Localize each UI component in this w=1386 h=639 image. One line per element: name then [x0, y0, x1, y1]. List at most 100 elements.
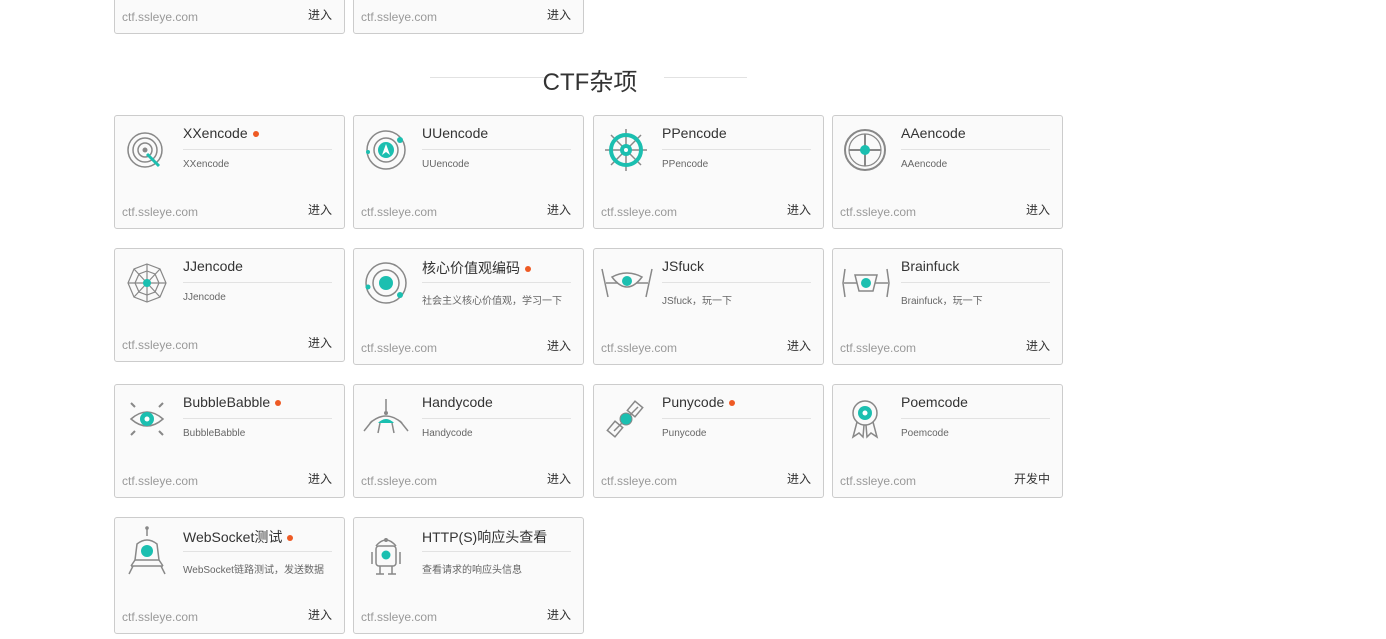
card-divider	[183, 149, 332, 150]
card-divider	[183, 551, 332, 552]
card-http-headers[interactable]: HTTP(S)响应头查看 查看请求的响应头信息 ctf.ssleye.com 进…	[353, 517, 584, 634]
section-divider-right	[664, 77, 747, 78]
new-badge	[275, 400, 282, 407]
card-url: ctf.ssleye.com	[122, 474, 199, 488]
enter-link[interactable]: 进入	[308, 606, 332, 623]
ship-wheel-icon	[604, 128, 648, 172]
enter-link[interactable]: 进入	[547, 201, 571, 218]
enter-link[interactable]: 进入	[308, 201, 332, 218]
card-divider	[422, 551, 571, 552]
card-bubblebabble[interactable]: BubbleBabble BubbleBabble ctf.ssleye.com…	[114, 384, 345, 498]
card-title: AAencode	[901, 125, 966, 141]
card-url: ctf.ssleye.com	[361, 341, 438, 355]
tie-fighter-icon	[600, 261, 654, 305]
new-badge	[287, 535, 294, 542]
card-divider	[901, 149, 1050, 150]
spider-web-icon	[125, 261, 169, 305]
card-jsfuck[interactable]: JSfuck JSfuck，玩一下 ctf.ssleye.com 进入	[593, 248, 824, 365]
card-url: ctf.ssleye.com	[361, 10, 438, 24]
rocket-pod-icon	[125, 526, 169, 578]
card-title: XXencode	[183, 125, 259, 141]
card-title: Poemcode	[901, 394, 968, 410]
card-aaencode[interactable]: AAencode AAencode ctf.ssleye.com 进入	[832, 115, 1063, 229]
card-title: Punycode	[662, 394, 736, 410]
card-url: ctf.ssleye.com	[122, 10, 199, 24]
card-desc: JSfuck，玩一下	[662, 296, 733, 307]
card-title: HTTP(S)响应头查看	[422, 529, 548, 545]
card-title: UUencode	[422, 125, 489, 141]
card-desc: JJencode	[183, 292, 226, 303]
card-url: ctf.ssleye.com	[122, 610, 199, 624]
card-websocket[interactable]: WebSocket测试 WebSocket链路测试，发送数据 ctf.ssley…	[114, 517, 345, 634]
card-url: ctf.ssleye.com	[601, 205, 678, 219]
card-divider	[901, 282, 1050, 283]
card-ppencode[interactable]: PPencode PPencode ctf.ssleye.com 进入	[593, 115, 824, 229]
card-divider	[662, 418, 811, 419]
card-title: 核心价值观编码	[422, 258, 531, 278]
card-uuencode[interactable]: UUencode UUencode ctf.ssleye.com 进入	[353, 115, 584, 229]
enter-link[interactable]: 进入	[547, 6, 571, 23]
card-title: JSfuck	[662, 258, 705, 274]
top-card-1[interactable]: ctf.ssleye.com 进入	[114, 0, 345, 34]
card-url: ctf.ssleye.com	[361, 474, 438, 488]
card-title: JJencode	[183, 258, 243, 274]
card-poemcode[interactable]: Poemcode Poemcode ctf.ssleye.com 开发中	[832, 384, 1063, 498]
card-desc: Poemcode	[901, 428, 949, 439]
lander-icon	[362, 397, 410, 441]
card-divider	[422, 282, 571, 283]
enter-link[interactable]: 进入	[308, 334, 332, 351]
card-desc: Punycode	[662, 428, 707, 439]
enter-link[interactable]: 进入	[787, 470, 811, 487]
card-punycode[interactable]: Punycode Punycode ctf.ssleye.com 进入	[593, 384, 824, 498]
card-url: ctf.ssleye.com	[601, 474, 678, 488]
target-icon	[125, 128, 169, 172]
card-desc: 查看请求的响应头信息	[422, 565, 522, 576]
enter-link[interactable]: 进入	[787, 201, 811, 218]
enter-link[interactable]: 进入	[1026, 337, 1050, 354]
card-url: ctf.ssleye.com	[840, 474, 917, 488]
card-desc: UUencode	[422, 159, 470, 170]
orbit-compass-icon	[364, 128, 408, 172]
card-xxencode[interactable]: XXencode XXencode ctf.ssleye.com 进入	[114, 115, 345, 229]
enter-link[interactable]: 进入	[787, 337, 811, 354]
card-jjencode[interactable]: JJencode JJencode ctf.ssleye.com 进入	[114, 248, 345, 362]
card-desc: 社会主义核心价值观，学习一下	[422, 296, 562, 307]
robot-icon	[364, 528, 408, 580]
card-divider	[183, 282, 332, 283]
planet-orbit-icon	[364, 261, 408, 305]
card-title: Handycode	[422, 394, 493, 410]
card-divider	[422, 418, 571, 419]
card-title: Brainfuck	[901, 258, 960, 274]
card-url: ctf.ssleye.com	[840, 205, 917, 219]
card-desc: XXencode	[183, 159, 230, 170]
card-url: ctf.ssleye.com	[122, 205, 199, 219]
card-desc: AAencode	[901, 159, 948, 170]
card-divider	[901, 418, 1050, 419]
card-divider	[422, 149, 571, 150]
enter-link[interactable]: 进入	[547, 470, 571, 487]
enter-link[interactable]: 进入	[1026, 201, 1050, 218]
medal-icon	[843, 397, 887, 441]
card-desc: PPencode	[662, 159, 709, 170]
top-card-2[interactable]: ctf.ssleye.com 进入	[353, 0, 584, 34]
card-url: ctf.ssleye.com	[122, 338, 199, 352]
card-title: WebSocket测试	[183, 527, 294, 547]
enter-link[interactable]: 进入	[308, 470, 332, 487]
card-url: ctf.ssleye.com	[840, 341, 917, 355]
satellite-icon	[604, 397, 648, 441]
steering-wheel-icon	[843, 128, 887, 172]
new-badge	[525, 266, 531, 273]
enter-link[interactable]: 进入	[547, 337, 571, 354]
new-badge	[252, 131, 259, 138]
card-desc: WebSocket链路测试，发送数据	[183, 565, 324, 576]
card-handycode[interactable]: Handycode Handycode ctf.ssleye.com 进入	[353, 384, 584, 498]
enter-link[interactable]: 进入	[547, 606, 571, 623]
card-title: PPencode	[662, 125, 727, 141]
card-divider	[662, 149, 811, 150]
section-title: CTF杂项	[542, 69, 638, 96]
card-url: ctf.ssleye.com	[601, 341, 678, 355]
card-divider	[183, 418, 332, 419]
card-brainfuck[interactable]: Brainfuck Brainfuck，玩一下 ctf.ssleye.com 进…	[832, 248, 1063, 365]
card-core-values[interactable]: 核心价值观编码 社会主义核心价值观，学习一下 ctf.ssleye.com 进入	[353, 248, 584, 365]
enter-link[interactable]: 进入	[308, 6, 332, 23]
